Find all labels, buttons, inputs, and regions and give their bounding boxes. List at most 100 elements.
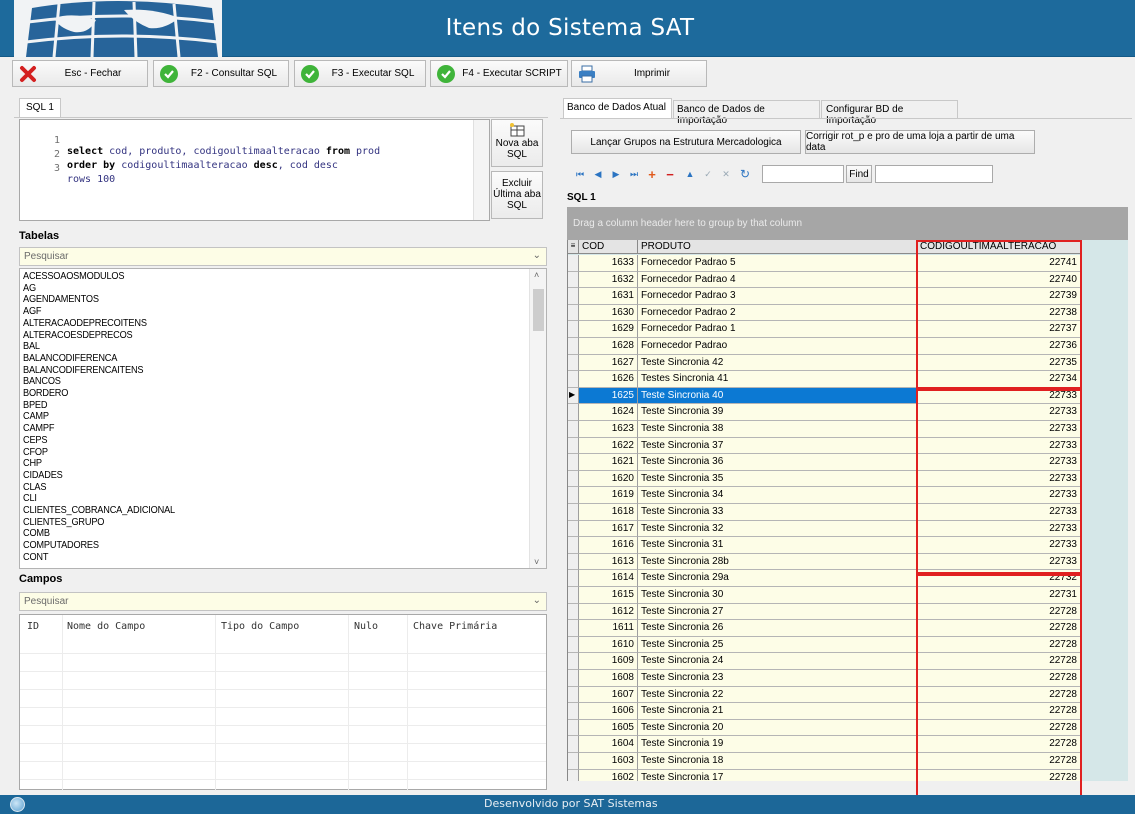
fields-grid[interactable]: ID Nome do Campo Tipo do Campo Nulo Chav… bbox=[19, 614, 547, 791]
row-indicator[interactable]: ▶ bbox=[568, 387, 579, 405]
row-indicator[interactable] bbox=[568, 570, 579, 587]
cell-cod[interactable]: 1614 bbox=[579, 570, 638, 587]
cell-produto[interactable]: Teste Sincronia 31 bbox=[638, 537, 917, 554]
tables-scrollbar[interactable]: ˄ ˅ bbox=[529, 269, 546, 568]
cell-produto[interactable]: Teste Sincronia 33 bbox=[638, 504, 917, 521]
cell-produto[interactable]: Fornecedor Padrao 4 bbox=[638, 271, 917, 289]
table-list-item[interactable]: BORDERO bbox=[23, 389, 68, 399]
row-indicator[interactable] bbox=[568, 371, 579, 388]
table-list-item[interactable]: BALANCODIFERENCAITENS bbox=[23, 365, 144, 376]
cell-cod[interactable]: 1605 bbox=[579, 719, 638, 737]
table-list-item[interactable]: CAMP bbox=[23, 412, 49, 422]
post-edit-icon[interactable]: ✓ bbox=[700, 166, 716, 182]
cell-cod[interactable]: 1632 bbox=[579, 271, 638, 289]
table-list-item[interactable]: ALTERACOESDEPRECOS bbox=[23, 330, 133, 341]
cell-cod[interactable]: 1604 bbox=[579, 736, 638, 753]
tables-list[interactable]: ACESSOAOSMODULOS AG AGENDAMENTOS AGF ALTERAC… bbox=[19, 268, 547, 569]
scroll-up-icon[interactable]: ˄ bbox=[534, 270, 539, 280]
table-list-item[interactable]: CIDADES bbox=[23, 470, 63, 481]
tables-search-input[interactable]: Pesquisar ⌄ bbox=[19, 247, 547, 266]
fix-rot-button[interactable]: Corrigir rot_p e pro de uma loja a parti… bbox=[805, 130, 1035, 154]
row-indicator[interactable] bbox=[568, 437, 579, 455]
close-button[interactable]: Esc - Fechar bbox=[12, 60, 148, 87]
row-indicator[interactable] bbox=[568, 587, 579, 604]
row-indicator[interactable] bbox=[568, 304, 579, 322]
cell-cod[interactable]: 1608 bbox=[579, 670, 638, 687]
table-list-item[interactable]: CLAS bbox=[23, 482, 46, 493]
table-list-item[interactable]: ALTERACAODEPRECOITENS bbox=[23, 318, 147, 329]
row-indicator[interactable] bbox=[568, 703, 579, 720]
chevron-down-icon[interactable]: ⌄ bbox=[533, 250, 541, 261]
cell-cod[interactable]: 1616 bbox=[579, 537, 638, 554]
column-header-produto[interactable]: PRODUTO bbox=[638, 240, 917, 254]
find-text-input[interactable] bbox=[762, 165, 844, 183]
first-record-icon[interactable]: ⏮ bbox=[572, 166, 588, 182]
new-tab-button[interactable]: Nova aba SQL bbox=[491, 119, 543, 167]
row-indicator[interactable] bbox=[568, 354, 579, 372]
table-list-item[interactable]: COMB bbox=[23, 529, 50, 539]
tab-current-db[interactable]: Banco de Dados Atual bbox=[563, 98, 672, 118]
sql-editor[interactable]: 1 select cod, produto, codigoultimaalter… bbox=[19, 119, 490, 221]
grid-indicator-header[interactable]: ≡ bbox=[568, 240, 579, 254]
table-list-item[interactable]: AGF bbox=[23, 307, 42, 317]
table-list-item[interactable]: BAL bbox=[23, 342, 40, 352]
cell-cod[interactable]: 1609 bbox=[579, 653, 638, 670]
table-list-item[interactable]: CLIENTES_COBRANCA_ADICIONAL bbox=[23, 506, 175, 516]
cell-produto[interactable]: Teste Sincronia 18 bbox=[638, 753, 917, 770]
cell-produto[interactable]: Fornecedor Padrao 5 bbox=[638, 255, 917, 272]
tab-sql-1[interactable]: SQL 1 bbox=[19, 98, 61, 118]
cell-cod[interactable]: 1627 bbox=[579, 354, 638, 372]
row-indicator[interactable] bbox=[568, 636, 579, 654]
cell-cod[interactable]: 1603 bbox=[579, 753, 638, 770]
delete-tab-button[interactable]: Excluir Última aba SQL bbox=[491, 171, 543, 219]
cell-cod[interactable]: 1613 bbox=[579, 553, 638, 571]
print-button[interactable]: Imprimir bbox=[571, 60, 707, 87]
consult-sql-button[interactable]: F2 - Consultar SQL bbox=[153, 60, 289, 87]
cell-produto[interactable]: Fornecedor Padrao 3 bbox=[638, 288, 917, 305]
cell-cod[interactable]: 1633 bbox=[579, 255, 638, 272]
cell-cod[interactable]: 1620 bbox=[579, 470, 638, 488]
row-indicator[interactable] bbox=[568, 553, 579, 571]
cell-produto[interactable]: Teste Sincronia 38 bbox=[638, 421, 917, 438]
cell-produto[interactable]: Testes Sincronia 41 bbox=[638, 371, 917, 388]
row-indicator[interactable] bbox=[568, 537, 579, 554]
cell-cod[interactable]: 1618 bbox=[579, 504, 638, 521]
column-header-cod[interactable]: COD bbox=[579, 240, 638, 254]
table-list-item[interactable]: CLI bbox=[23, 494, 37, 504]
prior-record-icon[interactable]: ◀ bbox=[590, 166, 606, 182]
table-list-item[interactable]: ACESSOAOSMODULOS bbox=[23, 272, 125, 282]
fields-search-input[interactable]: Pesquisar ⌄ bbox=[19, 592, 547, 611]
cell-cod[interactable]: 1602 bbox=[579, 769, 638, 781]
chevron-down-icon[interactable]: ⌄ bbox=[533, 595, 541, 606]
row-indicator[interactable] bbox=[568, 404, 579, 421]
cell-cod[interactable]: 1626 bbox=[579, 371, 638, 388]
tab-config-import-db[interactable]: Configurar BD de Importação bbox=[821, 100, 958, 126]
cell-cod[interactable]: 1624 bbox=[579, 404, 638, 421]
row-indicator[interactable] bbox=[568, 470, 579, 488]
cell-cod[interactable]: 1606 bbox=[579, 703, 638, 720]
cell-produto[interactable]: Teste Sincronia 35 bbox=[638, 470, 917, 488]
table-list-item[interactable]: CHP bbox=[23, 459, 42, 469]
cell-cod[interactable]: 1607 bbox=[579, 686, 638, 704]
row-indicator[interactable] bbox=[568, 686, 579, 704]
cell-produto[interactable]: Teste Sincronia 25 bbox=[638, 636, 917, 654]
cell-cod[interactable]: 1621 bbox=[579, 454, 638, 471]
row-indicator[interactable] bbox=[568, 736, 579, 753]
cell-cod[interactable]: 1617 bbox=[579, 520, 638, 538]
table-list-item[interactable]: BALANCODIFERENCA bbox=[23, 353, 117, 364]
row-indicator[interactable] bbox=[568, 487, 579, 504]
table-list-item[interactable]: COMPUTADORES bbox=[23, 541, 99, 551]
cell-produto[interactable]: Teste Sincronia 30 bbox=[638, 587, 917, 604]
row-indicator[interactable] bbox=[568, 504, 579, 521]
row-indicator[interactable] bbox=[568, 288, 579, 305]
table-list-item[interactable]: CLIENTES_GRUPO bbox=[23, 517, 104, 528]
row-indicator[interactable] bbox=[568, 653, 579, 670]
table-list-item[interactable]: BANCOS bbox=[23, 377, 61, 387]
cell-produto[interactable]: Fornecedor Padrao 1 bbox=[638, 321, 917, 338]
scroll-down-icon[interactable]: ˅ bbox=[534, 557, 539, 567]
cell-produto[interactable]: Teste Sincronia 37 bbox=[638, 437, 917, 455]
group-by-panel[interactable]: Drag a column header here to group by th… bbox=[567, 207, 1128, 240]
cell-produto[interactable]: Teste Sincronia 21 bbox=[638, 703, 917, 720]
row-indicator[interactable] bbox=[568, 719, 579, 737]
cell-produto[interactable]: Teste Sincronia 26 bbox=[638, 620, 917, 637]
